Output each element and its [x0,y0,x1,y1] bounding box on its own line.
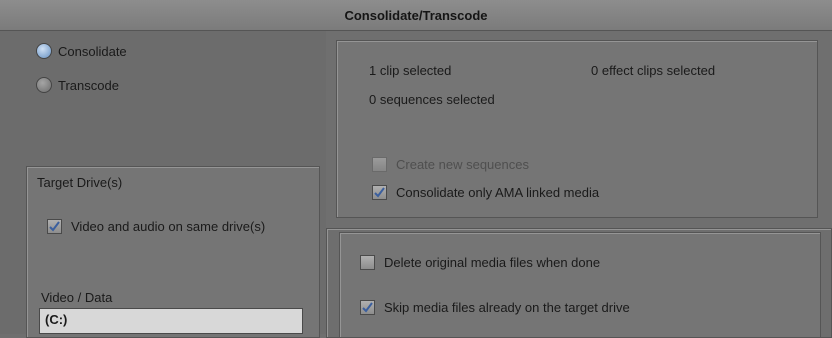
window-title: Consolidate/Transcode [344,7,488,23]
checkbox-icon [360,255,375,270]
skip-existing-checkbox[interactable]: Skip media files already on the target d… [360,300,630,315]
create-new-sequences-checkbox[interactable]: Create new sequences [372,157,529,172]
same-drive-label: Video and audio on same drive(s) [71,219,266,234]
radio-consolidate[interactable]: Consolidate [36,43,127,59]
checkmark-icon [47,219,62,234]
consolidate-ama-checkbox[interactable]: Consolidate only AMA linked media [372,185,599,200]
consolidate-ama-label: Consolidate only AMA linked media [396,185,600,200]
sequences-selected-text: 0 sequences selected [369,92,495,107]
radio-transcode-label: Transcode [58,77,119,93]
checkmark-icon [360,300,375,315]
radio-consolidate-label: Consolidate [58,43,127,59]
selection-panel: 1 clip selected 0 effect clips selected … [336,40,818,218]
skip-existing-label: Skip media files already on the target d… [384,300,630,315]
media-options-panel: Delete original media files when done Sk… [339,232,821,338]
clips-selected-text: 1 clip selected [369,63,452,78]
target-drive-heading: Target Drive(s) [37,175,123,190]
checkbox-icon [372,157,387,172]
video-data-drive-field[interactable]: (C:) [39,308,303,334]
radio-transcode[interactable]: Transcode [36,77,119,93]
create-new-sequences-label: Create new sequences [396,157,529,172]
window-title-bar: Consolidate/Transcode [0,0,832,31]
video-data-drive-value: (C:) [45,312,68,327]
radio-dot-icon [36,77,52,93]
checkmark-icon [372,185,387,200]
target-drive-panel: Target Drive(s) Video and audio on same … [26,166,320,338]
video-data-label: Video / Data [41,290,113,305]
effect-clips-selected-text: 0 effect clips selected [591,63,716,78]
delete-original-checkbox[interactable]: Delete original media files when done [360,255,600,270]
delete-original-label: Delete original media files when done [384,255,601,270]
same-drive-checkbox[interactable]: Video and audio on same drive(s) [47,219,265,234]
radio-dot-icon [36,43,52,59]
